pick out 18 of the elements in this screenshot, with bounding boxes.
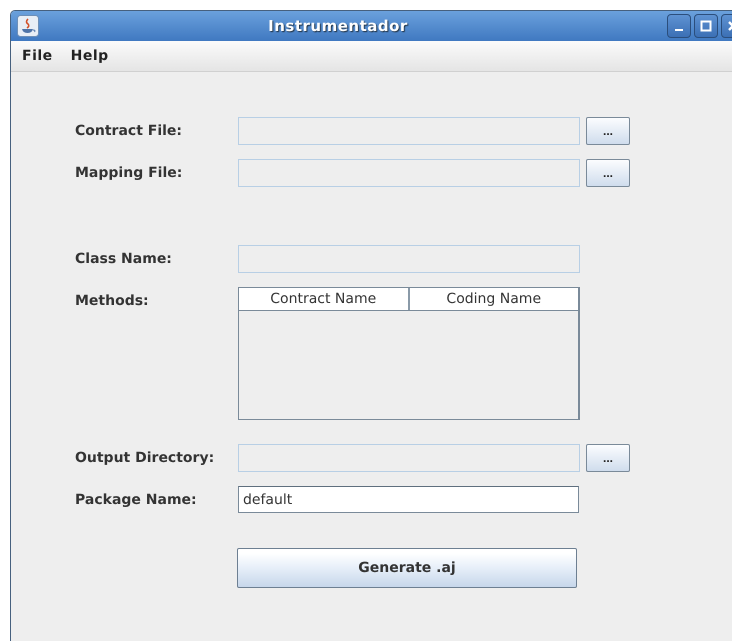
menu-item[interactable]: Help [64,48,116,64]
field-label: Package Name: [75,492,198,508]
minimize-button[interactable] [667,14,691,38]
field-label: Class Name: [75,251,173,267]
menu-item[interactable]: File [15,48,60,64]
field-label: Mapping File: [75,165,184,181]
minimize-icon [675,29,683,31]
field-label: Output Directory: [75,450,216,466]
window-title: Instrumentador [267,17,409,35]
maximize-icon [700,20,712,32]
generate-button[interactable]: Generate .aj [237,548,577,588]
column-header[interactable]: Contract Name [239,288,410,310]
field-label: Contract File: [75,123,184,139]
coffee-cup-icon [17,15,39,37]
maximize-button[interactable] [694,14,718,38]
input-field[interactable]: default [238,486,579,513]
field-label: Methods: [75,292,150,309]
column-header[interactable]: Coding Name [410,288,578,310]
